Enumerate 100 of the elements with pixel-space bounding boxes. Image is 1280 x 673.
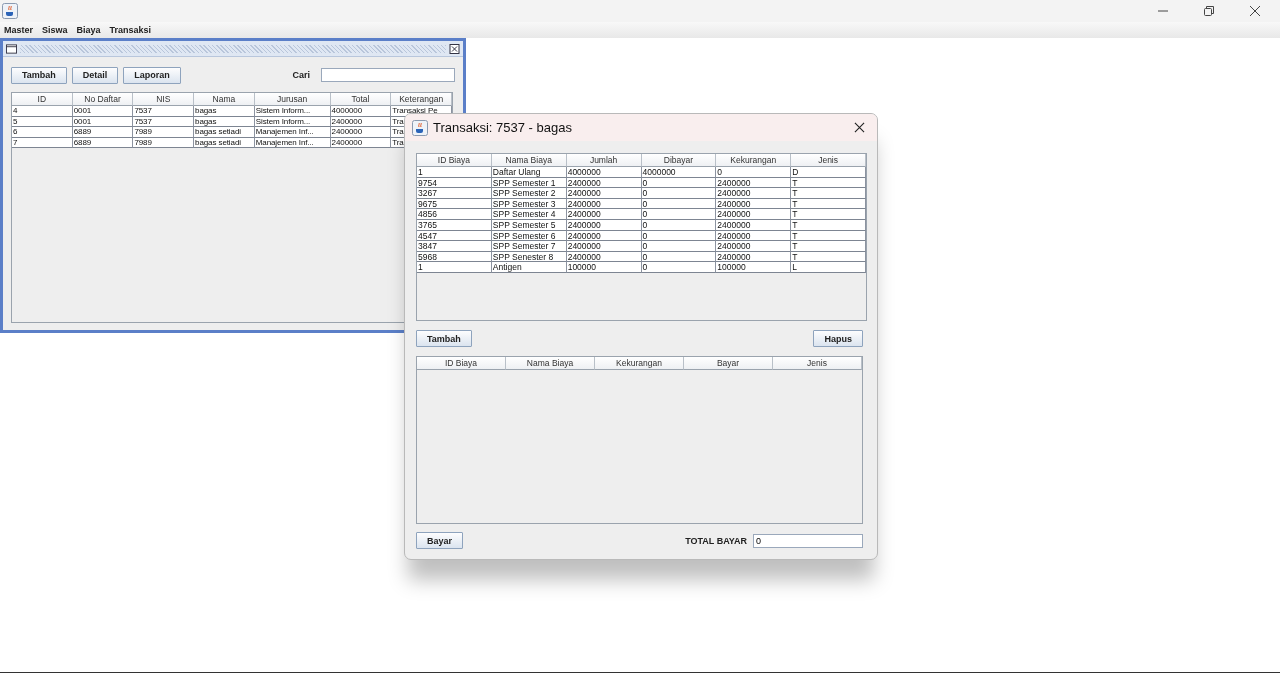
table-cell: 5968 [417,251,492,263]
table-cell: 4000000 [641,167,717,178]
toolbar-button[interactable]: Detail [71,66,119,84]
table-cell: bagas setiadi [194,137,255,149]
column-header[interactable]: No Daftar [72,93,134,106]
column-header[interactable]: Dibayar [641,154,717,167]
table-cell: 0 [641,262,717,273]
table-cell: SPP Semester 5 [491,219,567,231]
close-icon[interactable] [449,43,460,54]
table-cell: L [791,262,866,273]
table-cell: 7537 [133,106,195,117]
table-cell: 1 [417,262,492,273]
close-icon[interactable] [1249,5,1261,17]
menu-item[interactable]: Siswa [42,25,68,35]
table-cell: 3847 [417,241,492,252]
column-header[interactable]: Kekurangan [716,154,792,167]
menu-item[interactable]: Master [4,25,33,35]
table-cell: Daftar Ulang [491,167,567,178]
table-cell: 7 [12,137,73,149]
table-cell: T [791,177,866,189]
column-header[interactable]: Total [330,93,392,106]
table-cell: T [791,251,866,263]
search-field[interactable] [321,68,455,82]
menu-item[interactable]: Transaksi [109,25,152,35]
column-header[interactable]: ID Biaya [417,154,492,167]
close-icon[interactable] [854,122,865,133]
table-cell: 4000000 [566,167,642,178]
table-cell: T [791,241,866,252]
table-cell: 2400000 [330,127,392,138]
table-cell: 2400000 [716,241,792,252]
table-cell: 0 [641,241,717,252]
table-cell: 0 [641,230,717,242]
table-cell: Antigen [491,262,567,273]
table-cell: 2400000 [330,137,392,149]
column-header[interactable]: Jumlah [566,154,642,167]
table-cell: 2400000 [566,241,642,252]
table-cell: 100000 [566,262,642,273]
window-icon [6,43,17,54]
toolbar-button[interactable]: Tambah [11,66,67,84]
table-cell: 0 [641,188,717,199]
table-cell: SPP Semester 2 [491,188,567,199]
table-cell: 2400000 [566,219,642,231]
table-cell: 0 [641,177,717,189]
table-cell: 0 [641,198,717,210]
table-cell: T [791,188,866,199]
toolbar-button[interactable]: Laporan [123,66,181,84]
column-header[interactable]: Keterangan [391,93,452,106]
table-cell: 2400000 [716,219,792,231]
table-cell: bagas [194,106,255,117]
table-cell: bagas setiadi [194,127,255,138]
column-header[interactable]: Bayar [684,357,773,370]
search-label: Cari [292,70,310,80]
table-cell: 2400000 [566,188,642,199]
table-cell: Sistem Inform... [254,106,331,117]
column-header[interactable]: Nama Biaya [491,154,567,167]
table-cell: 4856 [417,209,492,220]
table-cell: 2400000 [716,188,792,199]
table-cell: SPP Semester 7 [491,241,567,252]
column-header[interactable]: Jenis [773,357,862,370]
column-header[interactable]: Kekurangan [595,357,684,370]
coffee-cup-icon [412,119,428,136]
delete-button[interactable]: Hapus [813,330,863,347]
add-button[interactable]: Tambah [416,330,472,347]
table-cell: 7989 [133,127,195,138]
pay-button[interactable]: Bayar [416,532,464,549]
column-header[interactable]: Nama [194,93,255,106]
column-header[interactable]: NIS [133,93,195,106]
column-header[interactable]: Nama Biaya [506,357,595,370]
table-cell: 5 [12,116,73,128]
table-cell: 4 [12,106,73,117]
table-cell: 2400000 [566,209,642,220]
table-cell: 6 [12,127,73,138]
table-cell: 4000000 [330,106,392,117]
table-cell: 1 [417,167,492,178]
table-cell: 0 [716,167,792,178]
table-cell: T [791,219,866,231]
table-cell: 0 [641,209,717,220]
table-cell: 0 [641,251,717,263]
column-header[interactable]: Jenis [791,154,866,167]
column-header[interactable]: ID [12,93,73,106]
column-header[interactable]: Jurusan [254,93,331,106]
table-cell: 9675 [417,198,492,210]
table-cell: T [791,230,866,242]
total-field[interactable]: 0 [753,533,863,548]
table-cell: SPP Semester 4 [491,209,567,220]
total-label: TOTAL BAYAR [685,535,747,546]
table-cell: 0001 [72,106,134,117]
restore-icon[interactable] [1203,5,1215,17]
table-cell: 100000 [716,262,792,273]
table-cell: 3765 [417,219,492,231]
table-cell: 3267 [417,188,492,199]
table-cell: T [791,209,866,220]
column-header[interactable]: ID Biaya [417,357,506,370]
table-cell: Manajemen Inf... [254,127,331,138]
table-cell: 6889 [72,127,134,138]
menu-item[interactable]: Biaya [76,25,101,35]
table-cell: Manajemen Inf... [254,137,331,149]
table-cell: 6889 [72,137,134,149]
table-cell: 0 [641,219,717,231]
table-cell: 7989 [133,137,195,149]
